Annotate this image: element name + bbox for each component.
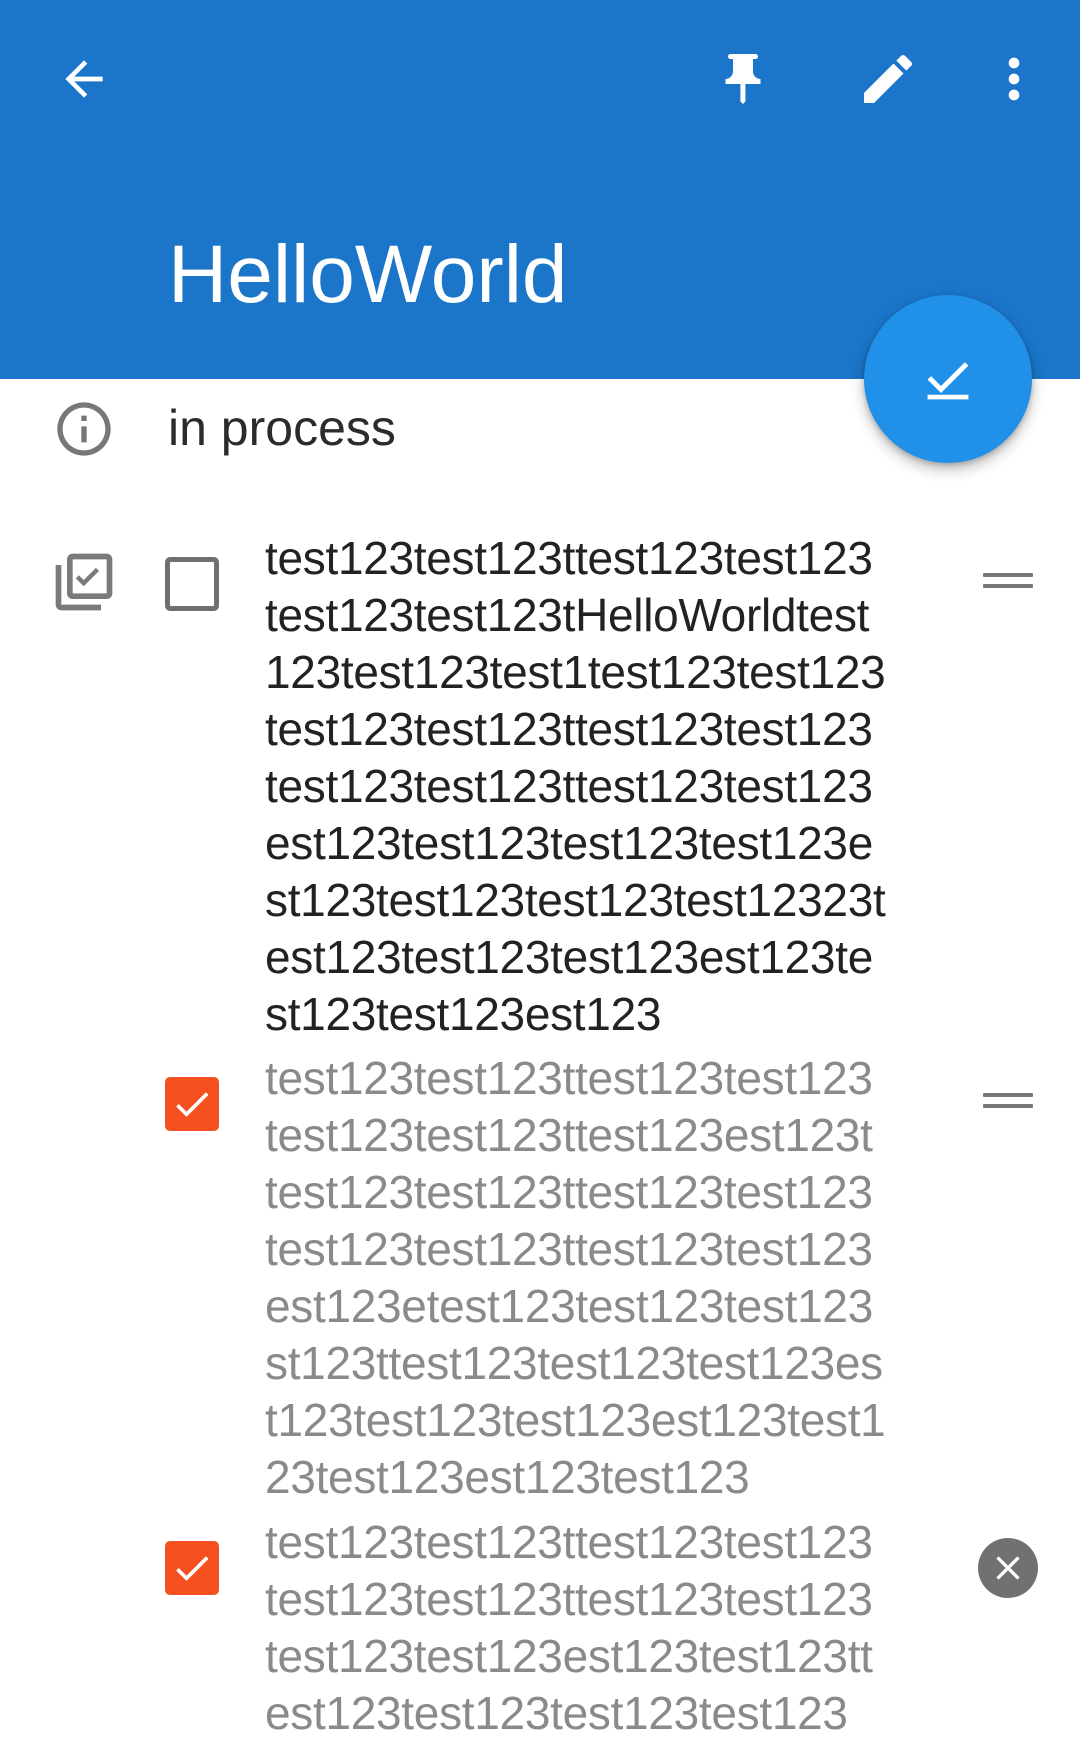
clear-icon bbox=[996, 1556, 1020, 1580]
checklist-item: test123test123ttest123test123 test123tes… bbox=[0, 530, 1080, 1040]
drag-handle-icon[interactable] bbox=[983, 570, 1033, 592]
item-text[interactable]: test123test123ttest123test123 test123tes… bbox=[265, 1514, 955, 1742]
page-title: HelloWorld bbox=[168, 229, 568, 320]
more-options-button[interactable] bbox=[966, 31, 1062, 127]
back-arrow-icon bbox=[65, 60, 103, 98]
checklist-item: test123test123ttest123test123 test123tes… bbox=[0, 1050, 1080, 1510]
item-text[interactable]: test123test123ttest123test123 test123tes… bbox=[265, 1050, 955, 1506]
checklist-item: test123test123ttest123test123 test123tes… bbox=[0, 1514, 1080, 1739]
item-checkbox-unchecked[interactable] bbox=[165, 557, 219, 611]
pin-button[interactable] bbox=[695, 31, 791, 127]
drag-handle-icon[interactable] bbox=[983, 1090, 1033, 1112]
checkmark-icon bbox=[176, 1092, 209, 1117]
checkmark-icon bbox=[176, 1556, 209, 1581]
item-text[interactable]: test123test123ttest123test123 test123tes… bbox=[265, 530, 955, 1043]
status-row[interactable]: in process bbox=[0, 385, 1080, 475]
status-text: in process bbox=[168, 400, 396, 456]
item-checkbox-checked[interactable] bbox=[165, 1077, 219, 1131]
back-button[interactable] bbox=[36, 31, 132, 127]
edit-button[interactable] bbox=[840, 31, 936, 127]
remove-item-button[interactable] bbox=[978, 1538, 1038, 1598]
edit-pencil-icon bbox=[864, 54, 913, 103]
more-vert-icon bbox=[1008, 57, 1020, 101]
item-checkbox-checked[interactable] bbox=[165, 1541, 219, 1595]
info-icon bbox=[57, 402, 111, 456]
pin-icon bbox=[725, 54, 761, 104]
